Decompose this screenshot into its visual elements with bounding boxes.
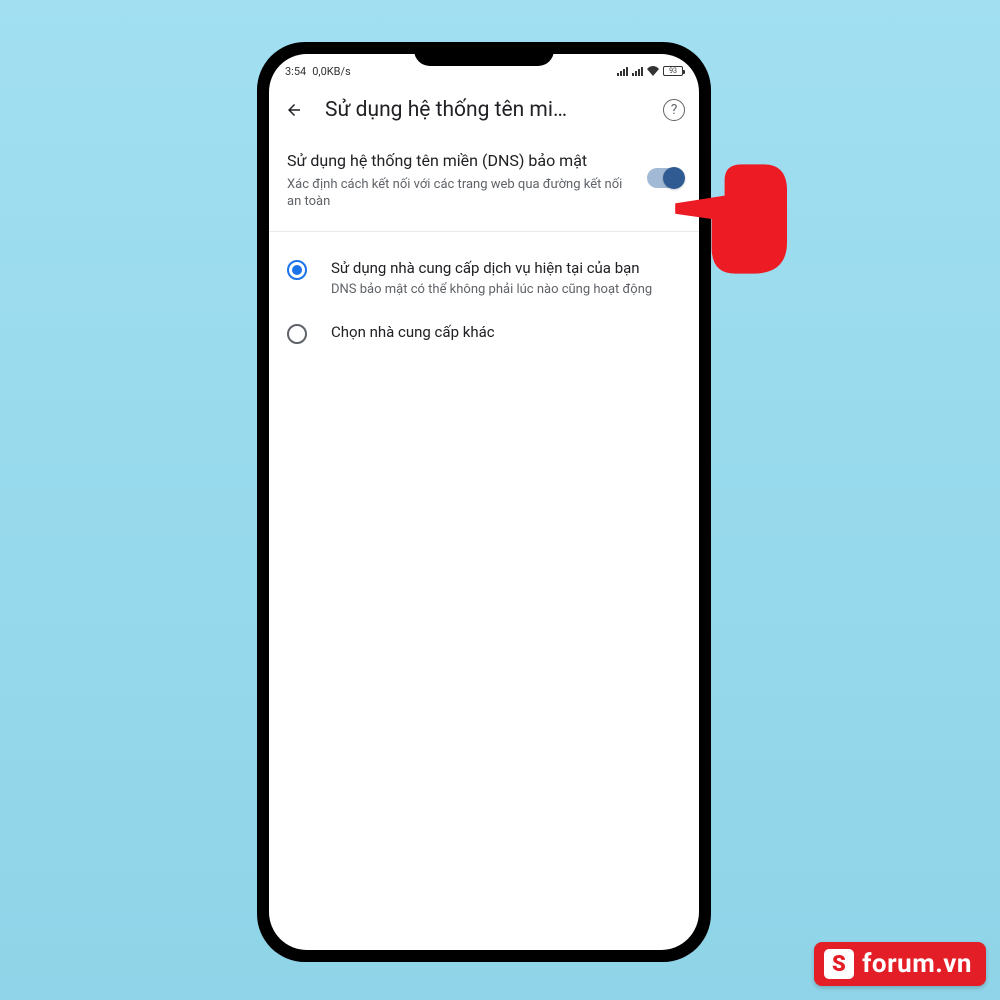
help-button[interactable]: ? — [663, 99, 685, 121]
option-current-provider[interactable]: Sử dụng nhà cung cấp dịch vụ hiện tại củ… — [287, 246, 681, 311]
signal-icon — [632, 67, 643, 76]
question-icon: ? — [671, 102, 678, 118]
setting-title: Sử dụng hệ thống tên miền (DNS) bảo mật — [287, 150, 633, 172]
signal-icon — [617, 67, 628, 76]
option-subtitle: DNS bảo mật có thể không phải lúc nào cũ… — [331, 281, 681, 299]
phone-screen: 3:54 0,0KB/s 93 Sử dụng hệ thống tên mi…… — [269, 54, 699, 950]
option-title: Chọn nhà cung cấp khác — [331, 322, 681, 343]
watermark: S forum.vn — [814, 942, 986, 986]
option-title: Sử dụng nhà cung cấp dịch vụ hiện tại củ… — [331, 258, 681, 279]
app-header: Sử dụng hệ thống tên mi… ? — [269, 84, 699, 132]
option-other-provider[interactable]: Chọn nhà cung cấp khác — [287, 310, 681, 356]
watermark-text: forum.vn — [862, 949, 972, 979]
status-time: 3:54 — [285, 65, 306, 78]
status-net-speed: 0,0KB/s — [312, 65, 351, 78]
provider-options: Sử dụng nhà cung cấp dịch vụ hiện tại củ… — [269, 232, 699, 371]
radio-icon — [287, 260, 307, 280]
phone-frame: 3:54 0,0KB/s 93 Sử dụng hệ thống tên mi…… — [257, 42, 711, 962]
pointing-hand-annotation — [670, 154, 800, 284]
back-button[interactable] — [283, 99, 305, 121]
setting-subtitle: Xác định cách kết nối với các trang web … — [287, 176, 633, 211]
radio-icon — [287, 324, 307, 344]
watermark-logo: S — [824, 949, 854, 979]
phone-notch — [414, 42, 554, 66]
battery-icon: 93 — [663, 66, 683, 76]
page-title: Sử dụng hệ thống tên mi… — [325, 98, 643, 122]
wifi-icon — [647, 66, 659, 76]
arrow-left-icon — [285, 101, 303, 119]
dns-toggle-row: Sử dụng hệ thống tên miền (DNS) bảo mật … — [269, 132, 699, 232]
